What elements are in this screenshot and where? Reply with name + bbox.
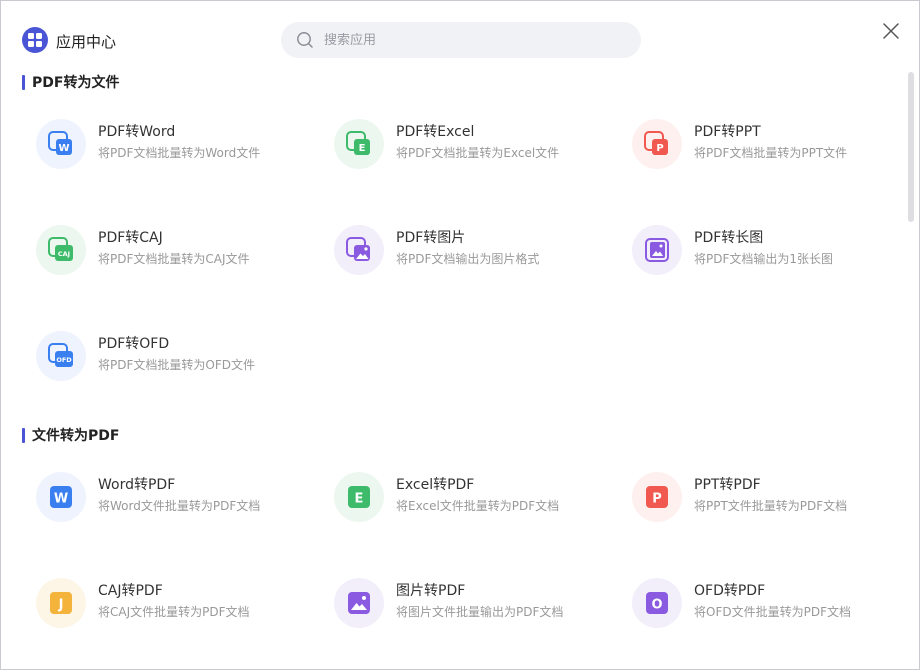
app-name: 图片转PDF xyxy=(396,583,466,599)
pdf-to-long-image-icon xyxy=(632,225,682,275)
app-list: PDF转为文件 W PDF转Word 将PDF文档批量转为Word文件 E PD… xyxy=(1,67,906,669)
app-grid-icon xyxy=(22,27,48,53)
pdf-to-ppt-icon: P xyxy=(632,119,682,169)
app-card-excel-to-pdf[interactable]: E Excel转PDF 将Excel文件批量转为PDF文档 xyxy=(334,472,614,532)
app-name: Excel转PDF xyxy=(396,477,475,493)
app-name: PDF转Excel xyxy=(396,124,475,140)
section-title-label: 文件转为PDF xyxy=(32,428,120,444)
app-center-dialog: 应用中心 PDF转为文件 xyxy=(0,0,920,670)
app-description: 将OFD文件批量转为PDF文档 xyxy=(694,605,851,619)
svg-text:W: W xyxy=(58,143,69,154)
caj-to-pdf-icon: J xyxy=(36,578,86,628)
svg-text:W: W xyxy=(54,492,68,507)
app-card-pdf-to-word[interactable]: W PDF转Word 将PDF文档批量转为Word文件 xyxy=(36,119,316,179)
app-description: 将PDF文档输出为图片格式 xyxy=(396,252,540,266)
header: 应用中心 xyxy=(1,1,919,67)
app-name: PDF转PPT xyxy=(694,124,761,140)
pdf-to-word-icon: W xyxy=(36,119,86,169)
scrollbar-thumb[interactable] xyxy=(908,72,914,222)
app-description: 将PDF文档批量转为CAJ文件 xyxy=(98,252,250,266)
app-description: 将Excel文件批量转为PDF文档 xyxy=(396,499,560,513)
app-name: PDF转Word xyxy=(98,124,176,140)
app-card-ppt-to-pdf[interactable]: P PPT转PDF 将PPT文件批量转为PDF文档 xyxy=(632,472,906,532)
section-accent-bar xyxy=(22,74,25,90)
section-title-pdf-to-file: PDF转为文件 xyxy=(22,74,120,91)
ofd-to-pdf-icon: O xyxy=(632,578,682,628)
word-to-pdf-icon: W xyxy=(36,472,86,522)
excel-to-pdf-icon: E xyxy=(334,472,384,522)
image-to-pdf-icon xyxy=(334,578,384,628)
vertical-scrollbar[interactable] xyxy=(906,67,919,669)
app-name: PDF转长图 xyxy=(694,230,764,246)
app-card-pdf-to-ofd[interactable]: OFD PDF转OFD 将PDF文档批量转为OFD文件 xyxy=(36,331,316,391)
pdf-to-image-icon xyxy=(334,225,384,275)
app-card-pdf-to-caj[interactable]: CAJ PDF转CAJ 将PDF文档批量转为CAJ文件 xyxy=(36,225,316,285)
svg-text:CAJ: CAJ xyxy=(58,250,70,258)
pdf-to-ofd-icon: OFD xyxy=(36,331,86,381)
app-card-pdf-to-long-image[interactable]: PDF转长图 将PDF文档输出为1张长图 xyxy=(632,225,906,285)
app-description: 将CAJ文件批量转为PDF文档 xyxy=(98,605,250,619)
app-name: Word转PDF xyxy=(98,477,176,493)
app-name: PDF转OFD xyxy=(98,336,170,352)
pdf-to-caj-icon: CAJ xyxy=(36,225,86,275)
pdf-to-excel-icon: E xyxy=(334,119,384,169)
search-box[interactable] xyxy=(281,22,641,58)
app-description: 将Word文件批量转为PDF文档 xyxy=(98,499,261,513)
search-icon xyxy=(297,32,313,48)
section-accent-bar xyxy=(22,427,25,443)
svg-text:E: E xyxy=(359,143,366,154)
app-description: 将PDF文档批量转为Word文件 xyxy=(98,146,261,160)
app-card-image-to-pdf[interactable]: 图片转PDF 将图片文件批量输出为PDF文档 xyxy=(334,578,614,638)
app-card-word-to-pdf[interactable]: W Word转PDF 将Word文件批量转为PDF文档 xyxy=(36,472,316,532)
app-name: CAJ转PDF xyxy=(98,583,163,599)
app-card-caj-to-pdf[interactable]: J CAJ转PDF 将CAJ文件批量转为PDF文档 xyxy=(36,578,316,638)
svg-text:P: P xyxy=(652,492,662,507)
app-name: PDF转CAJ xyxy=(98,230,163,246)
app-description: 将PDF文档批量转为Excel文件 xyxy=(396,146,560,160)
section-title-file-to-pdf: 文件转为PDF xyxy=(22,427,120,444)
close-icon xyxy=(883,23,899,39)
app-card-pdf-to-excel[interactable]: E PDF转Excel 将PDF文档批量转为Excel文件 xyxy=(334,119,614,179)
ppt-to-pdf-icon: P xyxy=(632,472,682,522)
svg-text:O: O xyxy=(651,598,662,613)
svg-text:E: E xyxy=(355,492,364,507)
app-name: OFD转PDF xyxy=(694,583,766,599)
app-description: 将PDF文档批量转为OFD文件 xyxy=(98,358,255,372)
svg-text:P: P xyxy=(656,143,663,154)
svg-text:J: J xyxy=(58,598,64,613)
search-input[interactable] xyxy=(324,32,624,48)
app-description: 将PDF文档输出为1张长图 xyxy=(694,252,834,266)
app-name: PDF转图片 xyxy=(396,230,466,246)
app-card-pdf-to-ppt[interactable]: P PDF转PPT 将PDF文档批量转为PPT文件 xyxy=(632,119,906,179)
app-name: PPT转PDF xyxy=(694,477,761,493)
app-description: 将PDF文档批量转为PPT文件 xyxy=(694,146,848,160)
close-button[interactable] xyxy=(881,21,901,41)
app-description: 将PPT文件批量转为PDF文档 xyxy=(694,499,848,513)
app-card-ofd-to-pdf[interactable]: O OFD转PDF 将OFD文件批量转为PDF文档 xyxy=(632,578,906,638)
app-card-pdf-to-image[interactable]: PDF转图片 将PDF文档输出为图片格式 xyxy=(334,225,614,285)
app-description: 将图片文件批量输出为PDF文档 xyxy=(396,605,564,619)
section-title-label: PDF转为文件 xyxy=(32,75,120,91)
page-title: 应用中心 xyxy=(56,33,117,51)
svg-text:OFD: OFD xyxy=(56,356,72,364)
